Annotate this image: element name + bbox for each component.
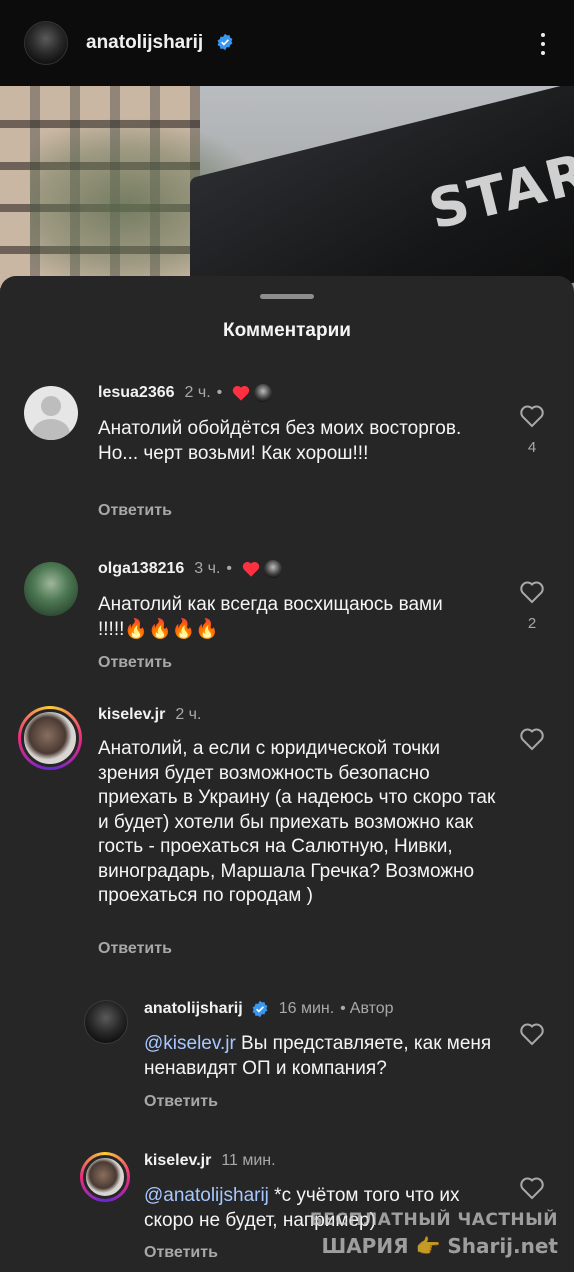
reply-time: 16 мин. bbox=[278, 1000, 335, 1017]
comment-meta: olga138216 3 ч. • bbox=[98, 560, 283, 578]
heart-outline-icon[interactable] bbox=[519, 1022, 545, 1046]
author-username[interactable]: anatolijsharij bbox=[86, 32, 234, 54]
reply-button[interactable]: Ответить bbox=[144, 1093, 218, 1111]
comment-meta: kiselev.jr 2 ч. bbox=[98, 706, 201, 724]
post-header: anatolijsharij bbox=[0, 0, 574, 86]
reply-button[interactable]: Ответить bbox=[98, 654, 172, 672]
mention-link[interactable]: @anatolijsharij bbox=[144, 1185, 269, 1206]
reply-meta: anatolijsharij 16 мин. • Автор bbox=[144, 1000, 394, 1018]
reply-time: 11 мин. bbox=[221, 1152, 276, 1169]
like-count: 2 bbox=[527, 615, 537, 632]
watermark: БЕСПЛАТНЫЙ ЧАСТНЫЙ ШАРИЯ 👉 Sharij.net bbox=[310, 1207, 558, 1259]
verified-badge-icon bbox=[216, 33, 234, 51]
comments-sheet: Комментарии lesua2366 2 ч. • Анатолий об… bbox=[0, 276, 574, 1272]
watermark-line2: ШАРИЯ 👉 Sharij.net bbox=[310, 1233, 558, 1259]
reply-button[interactable]: Ответить bbox=[98, 502, 172, 520]
meta-separator: • bbox=[226, 560, 233, 577]
heart-outline-icon[interactable] bbox=[519, 580, 545, 604]
reply-button[interactable]: Ответить bbox=[144, 1244, 218, 1262]
creator-mini-avatar bbox=[254, 384, 273, 402]
commenter-username[interactable]: olga138216 bbox=[98, 560, 184, 578]
comment-text: Анатолий обойдётся без моих восторгов. Н… bbox=[98, 418, 462, 464]
meta-separator: • bbox=[340, 1000, 346, 1017]
watermark-line1: БЕСПЛАТНЫЙ ЧАСТНЫЙ bbox=[309, 1210, 558, 1230]
meta-separator: • bbox=[216, 384, 223, 401]
reply-button[interactable]: Ответить bbox=[98, 940, 172, 958]
watermark-site: Sharij.net bbox=[447, 1234, 558, 1258]
commenter-avatar[interactable] bbox=[24, 562, 78, 616]
replier-avatar[interactable] bbox=[84, 1000, 128, 1044]
replier-username[interactable]: anatolijsharij bbox=[144, 1000, 243, 1018]
creator-liked-heart-icon bbox=[233, 385, 250, 401]
comment-time: 2 ч. bbox=[175, 706, 202, 723]
author-avatar[interactable] bbox=[24, 21, 68, 65]
pointing-hand-icon: 👉 bbox=[415, 1234, 441, 1258]
kebab-menu-icon[interactable] bbox=[540, 33, 546, 57]
commenter-avatar[interactable] bbox=[24, 386, 78, 440]
mention-link[interactable]: @kiselev.jr bbox=[144, 1033, 236, 1054]
replier-username[interactable]: kiselev.jr bbox=[144, 1152, 211, 1170]
reply-text: @kiselev.jr Вы представляете, как меня н… bbox=[144, 1032, 494, 1081]
reply-meta: kiselev.jr 11 мин. bbox=[144, 1152, 276, 1170]
verified-badge-icon bbox=[251, 1000, 269, 1018]
commenter-username[interactable]: lesua2366 bbox=[98, 384, 175, 402]
author-label: Автор bbox=[349, 1000, 394, 1017]
watermark-brand: ШАРИЯ bbox=[321, 1234, 409, 1258]
commenter-avatar-story-ring[interactable] bbox=[18, 706, 82, 770]
comment-text: Анатолий как всегда восхищаюсь вами !!!!… bbox=[98, 594, 443, 640]
heart-outline-icon[interactable] bbox=[519, 404, 545, 428]
comment-text: Анатолий, а если с юридической точки зре… bbox=[98, 738, 496, 906]
comment-time: 2 ч. bbox=[184, 384, 211, 401]
author-username-text[interactable]: anatolijsharij bbox=[86, 32, 203, 53]
comment-time: 3 ч. bbox=[194, 560, 221, 577]
sheet-drag-handle[interactable] bbox=[260, 294, 314, 299]
replier-avatar-story-ring[interactable] bbox=[80, 1152, 130, 1202]
creator-liked-heart-icon bbox=[242, 561, 260, 577]
comment-meta: lesua2366 2 ч. • bbox=[98, 384, 273, 402]
heart-outline-icon[interactable] bbox=[519, 727, 545, 751]
commenter-username[interactable]: kiselev.jr bbox=[98, 706, 165, 724]
like-count: 4 bbox=[527, 439, 537, 456]
creator-mini-avatar bbox=[264, 560, 283, 578]
post-image[interactable]: STAR bbox=[0, 86, 574, 296]
sheet-title: Комментарии bbox=[223, 320, 351, 341]
heart-outline-icon[interactable] bbox=[519, 1176, 545, 1200]
